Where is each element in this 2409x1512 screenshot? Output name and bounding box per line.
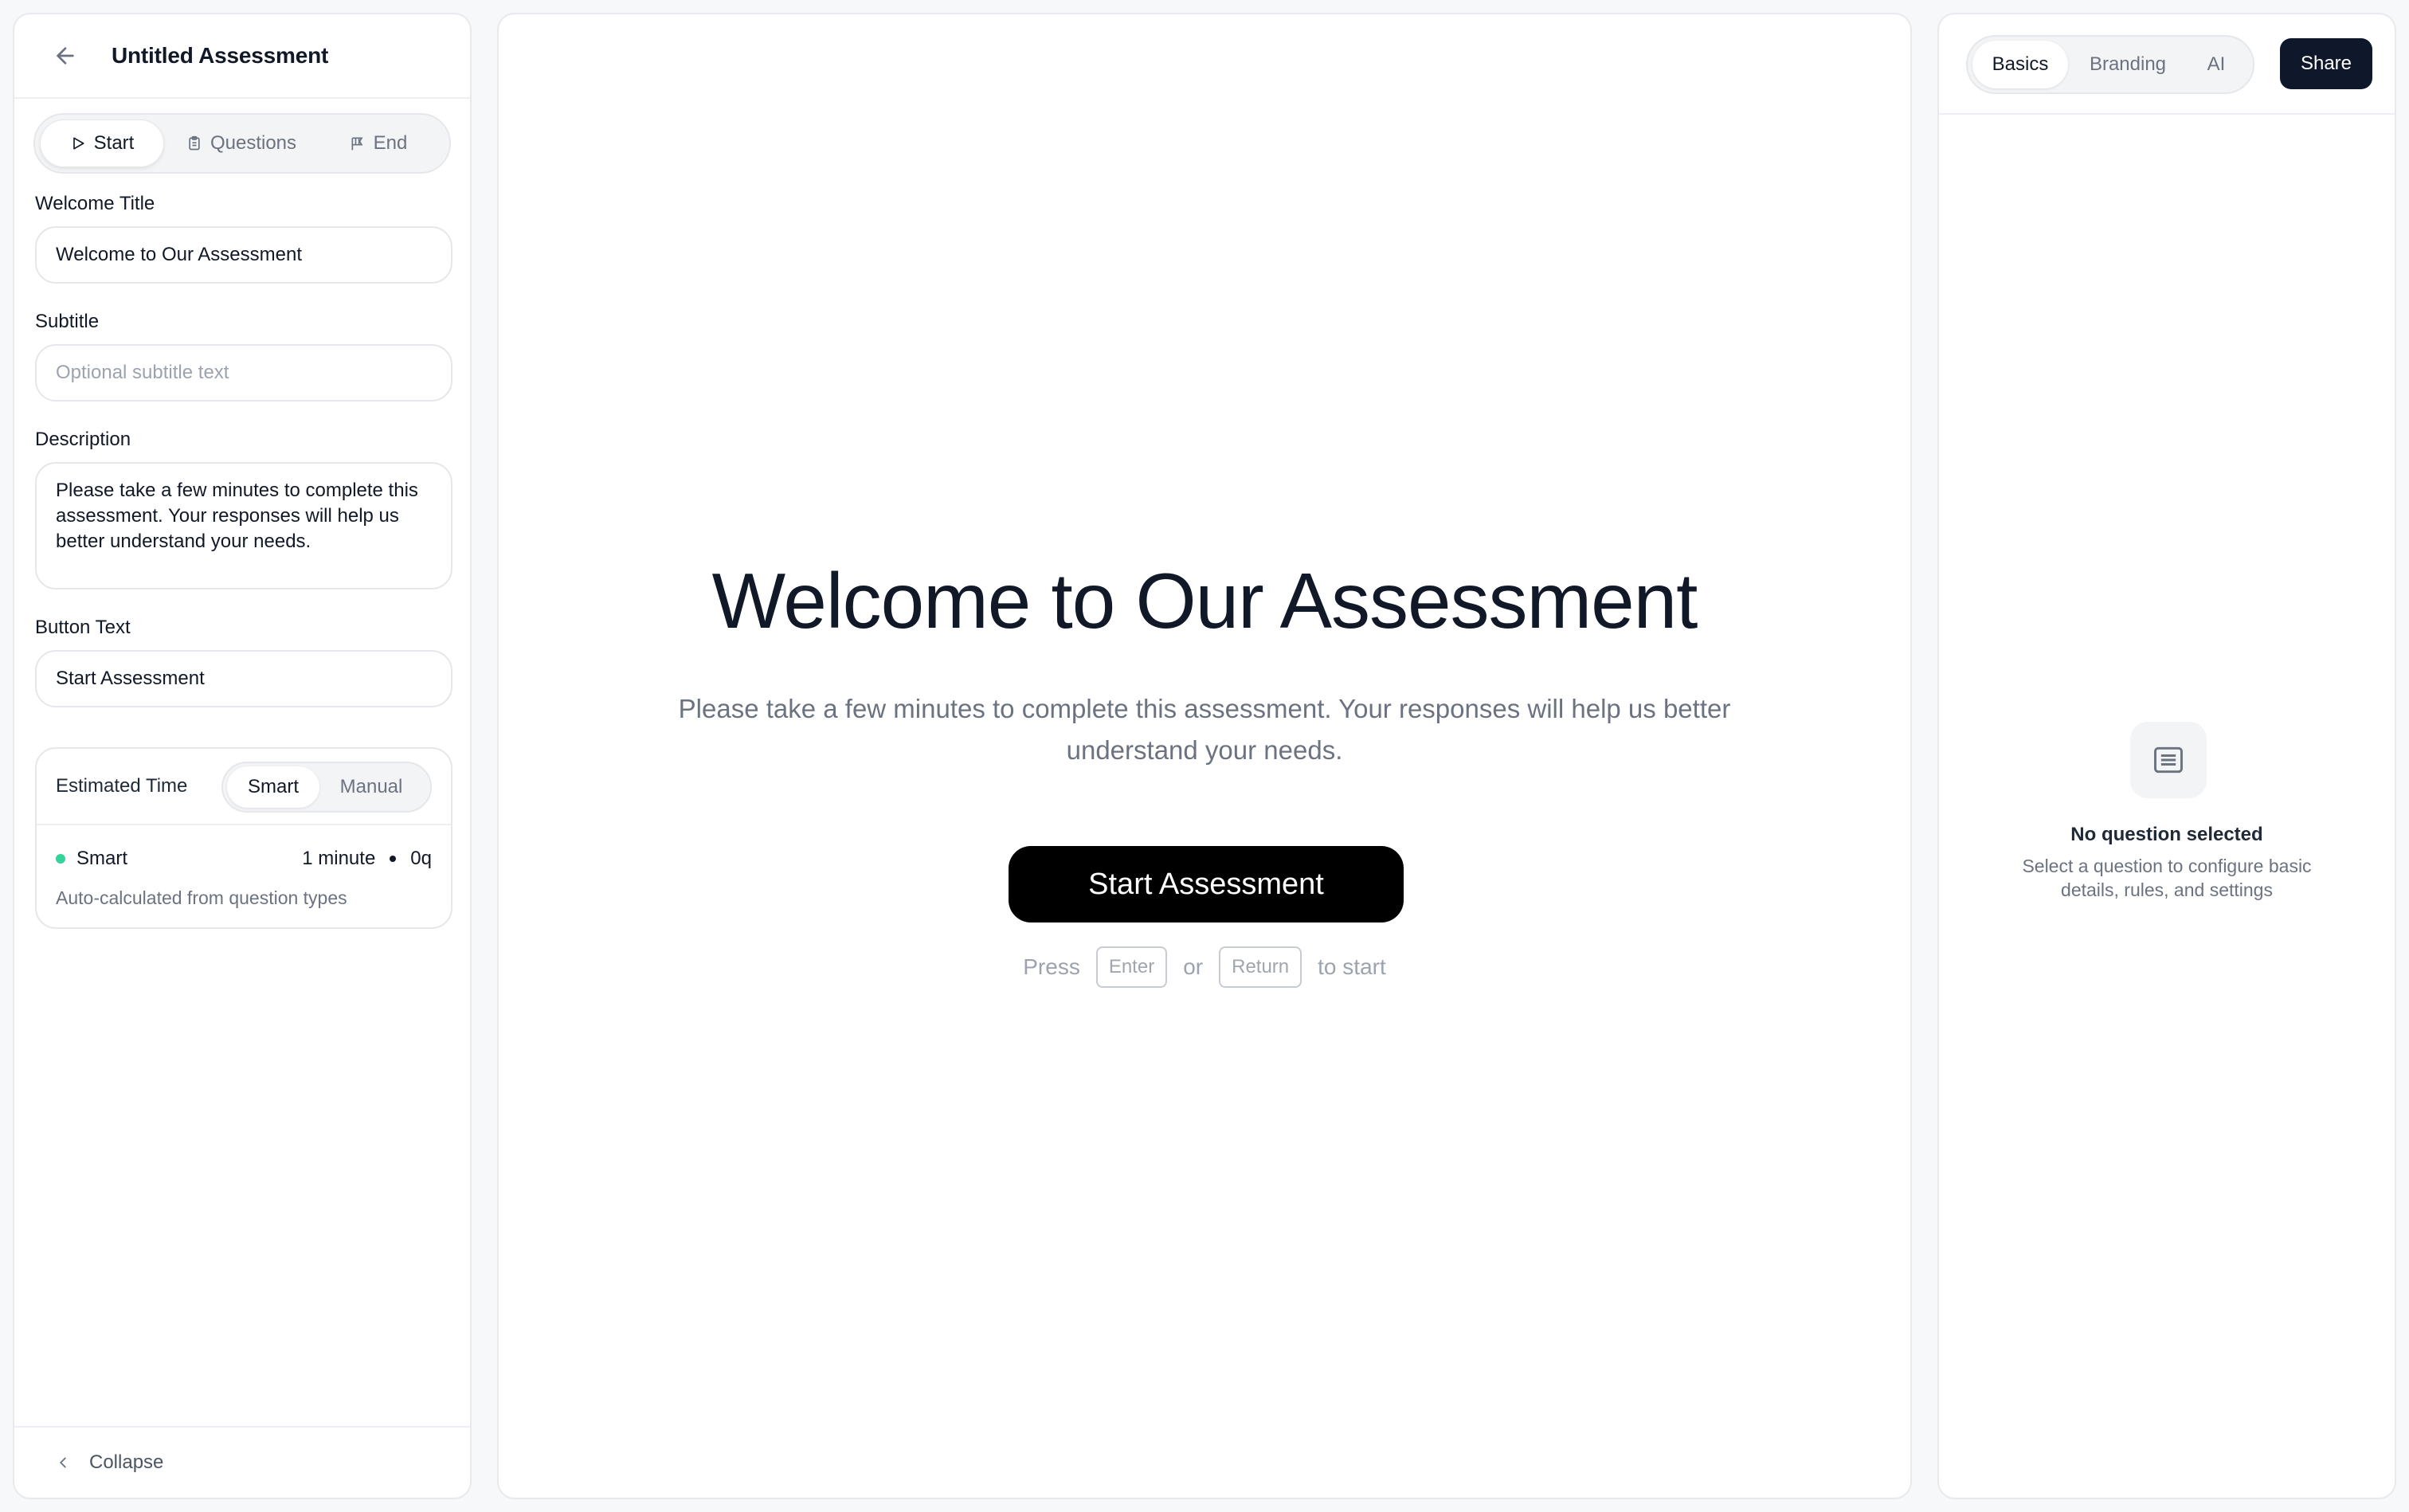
button-text-input[interactable]: Start Assessment [35,650,452,707]
chevron-left-icon [59,1457,66,1468]
collapse-label: Collapse [89,1451,164,1473]
settings-tabs: Basics Branding AI [1966,35,2254,94]
estimated-time-label: Estimated Time [56,775,188,797]
description-label: Description [35,429,131,450]
play-icon [72,137,84,150]
estimated-mode: Smart [76,848,128,869]
settings-panel: Basics Branding AI Share No question sel… [1937,13,2396,1499]
enter-key: Enter [1095,946,1168,988]
keyboard-hint: Press Enter or Return to start [499,946,1910,988]
tab-questions-label: Questions [210,132,297,154]
estimated-time-header: Estimated Time Smart Manual [37,749,451,825]
status-dot [56,854,65,864]
description-textarea[interactable]: Please take a few minutes to complete th… [35,462,452,590]
return-key: Return [1219,946,1302,988]
toggle-manual[interactable]: Manual [319,766,423,808]
tab-questions[interactable]: Questions [167,119,315,167]
assessment-editor: Untitled Assessment Start Questions End … [0,0,2409,1512]
settings-header: Basics Branding AI Share [1939,14,2395,115]
document-icon [2130,722,2207,798]
estimated-duration: 1 minute [302,848,376,869]
estimate-values: 1 minute 0q [302,848,432,870]
clipboard-icon [189,135,200,151]
back-button[interactable] [46,37,84,75]
hint-end: to start [1318,954,1386,979]
button-text-label: Button Text [35,617,131,638]
share-button[interactable]: Share [2280,38,2372,89]
tab-ai[interactable]: AI [2188,41,2245,88]
estimate-note: Auto-calculated from question types [56,887,347,908]
tab-end[interactable]: End [319,119,438,167]
editor-sidebar: Untitled Assessment Start Questions End … [13,13,472,1499]
empty-state-title: No question selected [2070,824,2263,845]
tab-basics[interactable]: Basics [1972,41,2068,88]
separator-dot [390,856,397,862]
section-tabs: Start Questions End [33,113,451,174]
welcome-title-input[interactable]: Welcome to Our Assessment [35,226,452,284]
hint-or: or [1183,954,1204,979]
flag-icon [351,137,363,151]
arrow-left-icon [57,47,74,65]
empty-state-description: Select a question to configure basic det… [2022,856,2312,900]
hint-press: Press [1023,954,1080,979]
estimated-time-card: Estimated Time Smart Manual Smart 1 minu… [35,747,452,929]
tab-start-label: Start [93,132,135,154]
subtitle-label: Subtitle [35,311,100,332]
preview-canvas: Welcome to Our Assessment Please take a … [497,13,1912,1499]
collapse-button[interactable]: Collapse [14,1426,470,1498]
estimated-time-summary: Smart 1 minute 0q [56,843,432,875]
assessment-title: Untitled Assessment [112,43,329,68]
tab-start[interactable]: Start [40,119,164,167]
estimated-time-toggle: Smart Manual [221,762,432,813]
subtitle-input[interactable]: Optional subtitle text [35,344,452,402]
toggle-smart[interactable]: Smart [227,766,319,808]
tab-end-label: End [373,132,408,154]
preview-title: Welcome to Our Assessment [711,557,1698,644]
tab-branding[interactable]: Branding [2068,41,2188,88]
start-assessment-button[interactable]: Start Assessment [1009,846,1404,922]
question-count: 0q [410,848,432,869]
sidebar-header: Untitled Assessment [14,14,470,99]
welcome-title-label: Welcome Title [35,193,155,214]
preview-description: Please take a few minutes to complete th… [678,694,1731,765]
